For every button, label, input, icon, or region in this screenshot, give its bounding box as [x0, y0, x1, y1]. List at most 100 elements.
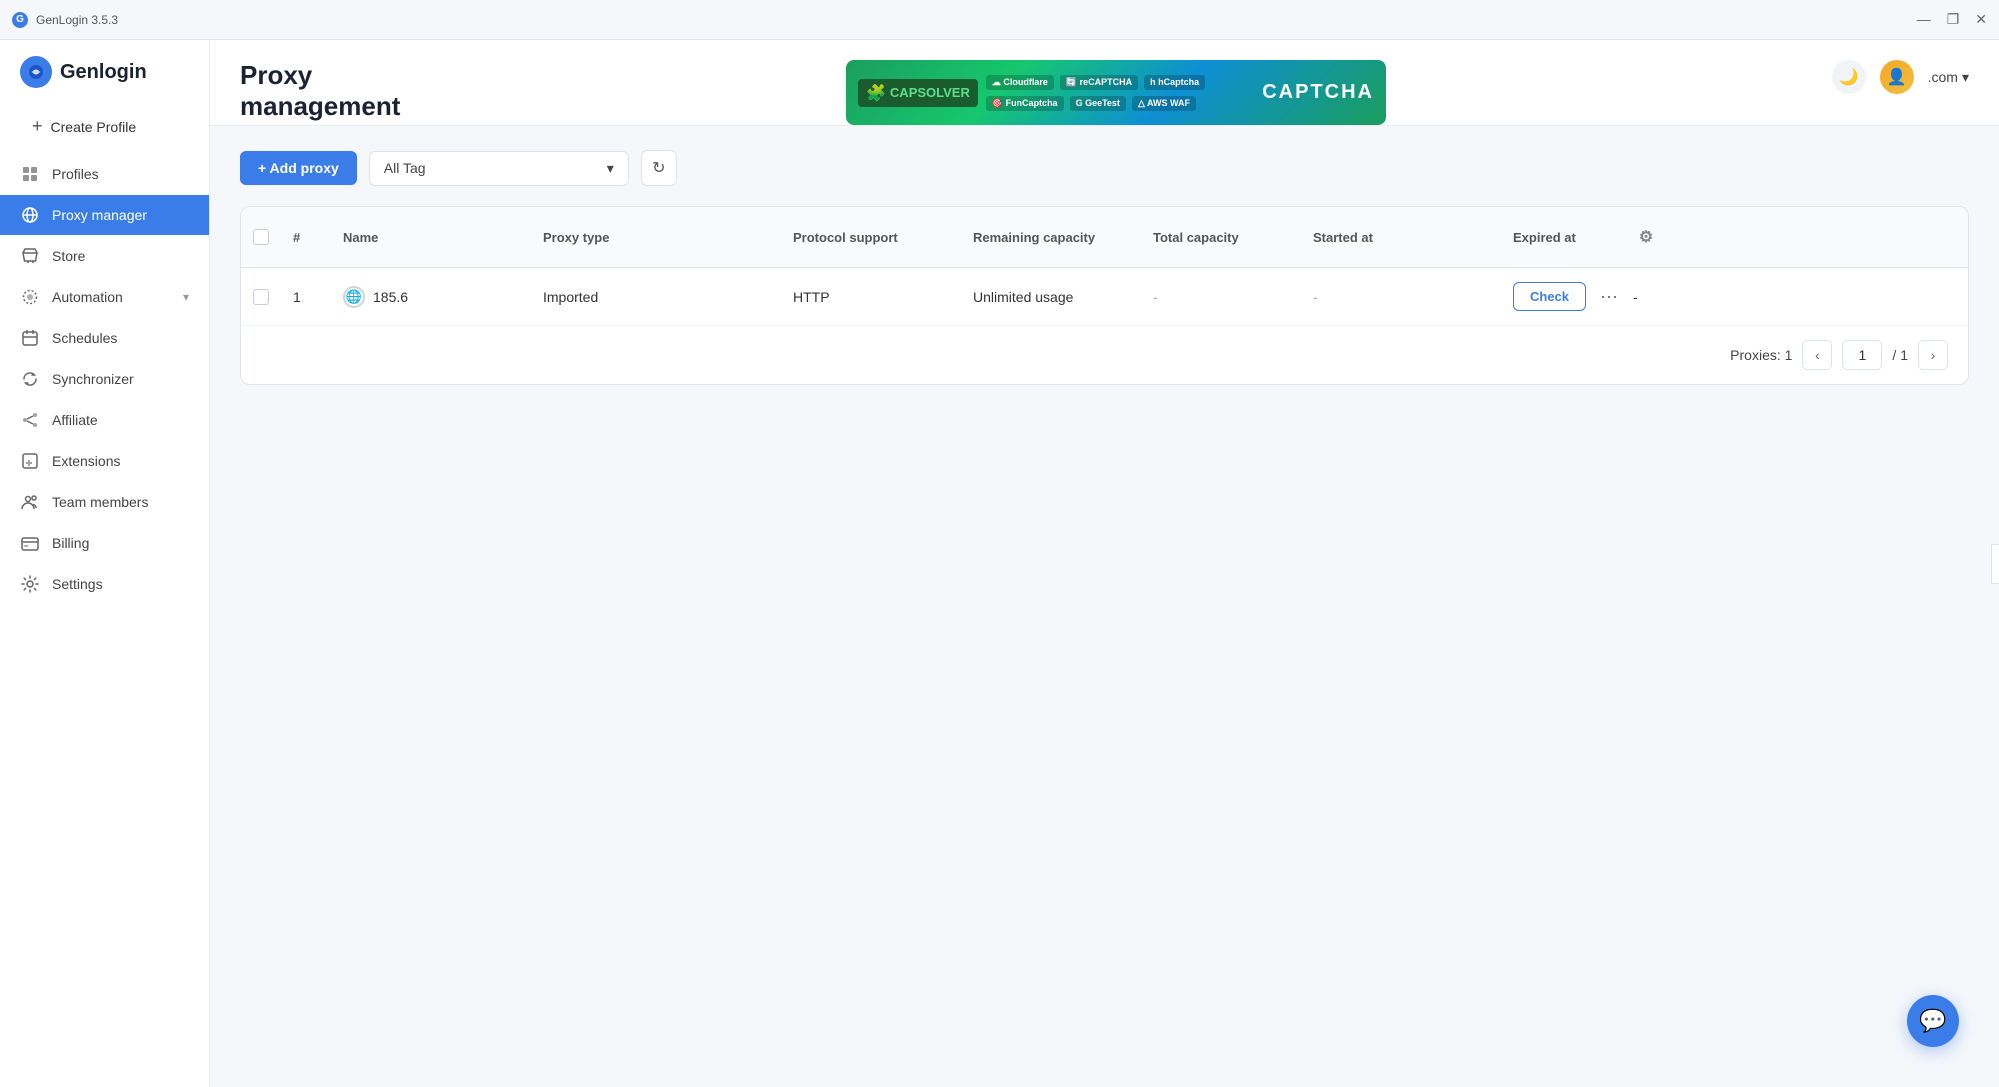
proxy-name-content: 🌐 185.6: [343, 286, 408, 308]
sidebar-item-billing[interactable]: Billing: [0, 523, 209, 563]
user-avatar[interactable]: 👤: [1880, 60, 1914, 94]
proxy-name: 185.6: [373, 289, 408, 305]
page-number-input[interactable]: [1842, 340, 1882, 370]
add-proxy-label: + Add proxy: [258, 160, 339, 176]
expired-at: -: [1633, 289, 1638, 305]
dark-mode-button[interactable]: 🌙: [1832, 60, 1866, 94]
store-icon: [20, 246, 40, 266]
globe-icon: 🌐: [343, 286, 365, 308]
content-body: + Add proxy All Tag ▾ ↻ # Name: [210, 126, 1999, 1087]
sidebar-item-store[interactable]: Store: [0, 236, 209, 276]
table-header: # Name Proxy type Protocol support Remai…: [241, 207, 1968, 268]
th-started-at: Started at: [1301, 207, 1501, 267]
row-expired-at-cell: -: [1621, 275, 1671, 319]
next-page-button[interactable]: ›: [1918, 340, 1948, 370]
started-at: -: [1313, 289, 1318, 305]
chevron-down-icon: ▾: [183, 290, 189, 304]
banner-capsolver-logo: 🧩 CAPSOLVER: [858, 79, 978, 107]
window-controls: — ❐ ✕: [1917, 11, 1987, 28]
advertisement-banner[interactable]: 🧩 CAPSOLVER ☁ Cloudflare 🔄 reCAPTCHA h h…: [846, 60, 1386, 125]
avatar-icon: 👤: [1887, 67, 1907, 87]
row-actions-cell: Check ···: [1501, 268, 1621, 325]
content-area: ‹ Proxy management 🧩 CAPSOLVER ☁ Cloudfl…: [210, 40, 1999, 1087]
sidebar-item-label-proxy-manager: Proxy manager: [52, 207, 189, 223]
main-layout: Genlogin + Create Profile Profiles Proxy …: [0, 40, 1999, 1087]
row-started-at-cell: -: [1301, 275, 1501, 319]
app-title: GenLogin 3.5.3: [36, 13, 1917, 27]
total-capacity: -: [1153, 289, 1158, 305]
page-title-area: Proxy management: [240, 60, 400, 122]
pagination: Proxies: 1 ‹ / 1 ›: [241, 326, 1968, 384]
th-name: Name: [331, 207, 531, 267]
th-settings: ⚙: [1621, 207, 1671, 267]
automation-icon: [20, 287, 40, 307]
th-protocol-support: Protocol support: [781, 207, 961, 267]
page-title: Proxy management: [240, 60, 400, 122]
prev-page-button[interactable]: ‹: [1802, 340, 1832, 370]
sidebar-item-profiles[interactable]: Profiles: [0, 154, 209, 194]
proxies-count: Proxies: 1: [1730, 347, 1792, 363]
chat-button[interactable]: 💬: [1907, 995, 1959, 1047]
chevron-down-icon: ▾: [607, 160, 614, 177]
sidebar-item-settings[interactable]: Settings: [0, 564, 209, 604]
row-checkbox[interactable]: [253, 289, 269, 305]
profiles-icon: [20, 164, 40, 184]
tag-dropdown-value: All Tag: [384, 160, 426, 176]
sidebar-item-label-team-members: Team members: [52, 494, 189, 510]
sidebar-item-schedules[interactable]: Schedules: [0, 318, 209, 358]
more-options-button[interactable]: ···: [1594, 282, 1624, 311]
refresh-button[interactable]: ↻: [641, 150, 677, 186]
header-banner[interactable]: 🧩 CAPSOLVER ☁ Cloudflare 🔄 reCAPTCHA h h…: [420, 60, 1811, 125]
logo-text: Genlogin: [60, 61, 147, 84]
banner-service-hcaptcha: h hCaptcha: [1144, 75, 1205, 90]
team-members-icon: [20, 492, 40, 512]
title-bar: G GenLogin 3.5.3 — ❐ ✕: [0, 0, 1999, 40]
sidebar-item-label-profiles: Profiles: [52, 166, 189, 182]
domain-selector[interactable]: .com ▾: [1928, 69, 1969, 86]
protocol-support: HTTP: [793, 289, 830, 305]
th-remaining-capacity: Remaining capacity: [961, 207, 1141, 267]
sidebar-item-automation[interactable]: Automation▾: [0, 277, 209, 317]
sidebar-item-label-billing: Billing: [52, 535, 189, 551]
row-proxy-type-cell: Imported: [531, 275, 781, 319]
sidebar-item-label-extensions: Extensions: [52, 453, 189, 469]
row-number-cell: 1: [281, 275, 331, 319]
app-icon: G: [12, 12, 28, 28]
banner-service-recaptcha: 🔄 reCAPTCHA: [1060, 75, 1138, 90]
close-button[interactable]: ✕: [1975, 11, 1987, 28]
create-profile-button[interactable]: + Create Profile: [12, 108, 197, 145]
sidebar-item-affiliate[interactable]: Affiliate: [0, 400, 209, 440]
sidebar-item-synchronizer[interactable]: Synchronizer: [0, 359, 209, 399]
sidebar-item-label-schedules: Schedules: [52, 330, 189, 346]
sidebar-logo: Genlogin: [0, 56, 209, 108]
chat-icon: 💬: [1919, 1008, 1946, 1034]
create-profile-label: Create Profile: [51, 119, 137, 135]
toolbar: + Add proxy All Tag ▾ ↻: [240, 150, 1969, 186]
th-number: #: [281, 207, 331, 267]
tag-dropdown[interactable]: All Tag ▾: [369, 151, 629, 186]
sidebar-item-extensions[interactable]: Extensions: [0, 441, 209, 481]
add-proxy-button[interactable]: + Add proxy: [240, 151, 357, 185]
sidebar-collapse-button[interactable]: ‹: [1991, 544, 1999, 584]
row-number: 1: [293, 289, 301, 305]
proxy-table: # Name Proxy type Protocol support Remai…: [240, 206, 1969, 385]
table-row: 1 🌐 185.6 Imported HTTP: [241, 268, 1968, 326]
th-checkbox: [241, 207, 281, 267]
logo-icon: [20, 56, 52, 88]
check-button[interactable]: Check: [1513, 282, 1586, 311]
select-all-checkbox[interactable]: [253, 229, 269, 245]
sidebar-item-label-affiliate: Affiliate: [52, 412, 189, 428]
total-pages: / 1: [1892, 347, 1908, 363]
sidebar-nav: Profiles Proxy manager StoreAutomation▾ Sch…: [0, 153, 209, 605]
restore-button[interactable]: ❐: [1947, 11, 1960, 28]
table-settings-button[interactable]: ⚙: [1633, 221, 1659, 253]
sidebar-item-team-members[interactable]: Team members: [0, 482, 209, 522]
banner-service-cloudflare: ☁ Cloudflare: [986, 75, 1054, 90]
th-total-capacity: Total capacity: [1141, 207, 1301, 267]
affiliate-icon: [20, 410, 40, 430]
sidebar-item-proxy-manager[interactable]: Proxy manager: [0, 195, 209, 235]
th-proxy-type: Proxy type: [531, 207, 781, 267]
banner-services: ☁ Cloudflare 🔄 reCAPTCHA h hCaptcha 🎯 Fu…: [986, 75, 1254, 111]
synchronizer-icon: [20, 369, 40, 389]
minimize-button[interactable]: —: [1917, 11, 1931, 28]
